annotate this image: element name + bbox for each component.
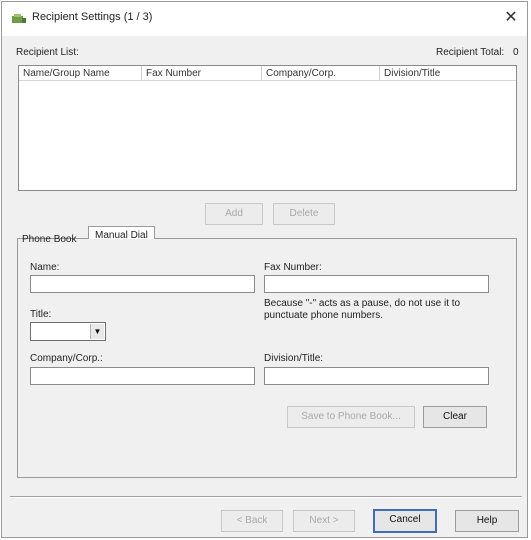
fax-number-note: Because "-" acts as a pause, do not use … bbox=[264, 298, 461, 321]
window-title: Recipient Settings (1 / 3) bbox=[32, 11, 153, 23]
recipient-list[interactable]: Name/Group Name Fax Number Company/Corp.… bbox=[18, 65, 517, 191]
title-select[interactable]: ▼ bbox=[30, 322, 106, 341]
tab-phone-book[interactable]: Phone Book bbox=[22, 234, 77, 245]
close-icon[interactable]: ✕ bbox=[499, 7, 523, 29]
tab-manual-dial[interactable]: Manual Dial bbox=[88, 226, 155, 241]
fax-number-input[interactable] bbox=[264, 275, 489, 293]
help-button[interactable]: Help bbox=[455, 510, 519, 532]
column-header-fax[interactable]: Fax Number bbox=[142, 66, 262, 81]
column-header-division[interactable]: Division/Title bbox=[380, 66, 516, 81]
footer-divider bbox=[10, 496, 522, 498]
name-label: Name: bbox=[30, 262, 60, 273]
add-button[interactable]: Add bbox=[205, 203, 263, 225]
company-label: Company/Corp.: bbox=[30, 353, 103, 364]
fax-number-label: Fax Number: bbox=[264, 262, 322, 273]
recipient-settings-dialog: Recipient Settings (1 / 3) ✕ Recipient L… bbox=[1, 1, 528, 538]
title-bar: Recipient Settings (1 / 3) ✕ bbox=[2, 2, 527, 36]
clear-button[interactable]: Clear bbox=[423, 406, 487, 428]
column-header-company[interactable]: Company/Corp. bbox=[262, 66, 380, 81]
recipient-total-label: Recipient Total: bbox=[436, 47, 505, 58]
recipient-total-value: 0 bbox=[513, 47, 519, 58]
column-header-name[interactable]: Name/Group Name bbox=[19, 66, 142, 81]
company-input[interactable] bbox=[30, 367, 255, 385]
cancel-button[interactable]: Cancel bbox=[373, 509, 437, 533]
back-button[interactable]: < Back bbox=[221, 510, 283, 532]
name-input[interactable] bbox=[30, 275, 255, 293]
save-to-phone-book-button[interactable]: Save to Phone Book... bbox=[287, 406, 415, 428]
division-input[interactable] bbox=[264, 367, 489, 385]
next-button[interactable]: Next > bbox=[293, 510, 355, 532]
chevron-down-icon[interactable]: ▼ bbox=[90, 324, 104, 339]
fax-app-icon bbox=[12, 14, 26, 23]
division-label: Division/Title: bbox=[264, 353, 324, 364]
recipient-list-label: Recipient List: bbox=[16, 47, 79, 58]
delete-button[interactable]: Delete bbox=[273, 203, 335, 225]
title-label: Title: bbox=[30, 309, 52, 320]
